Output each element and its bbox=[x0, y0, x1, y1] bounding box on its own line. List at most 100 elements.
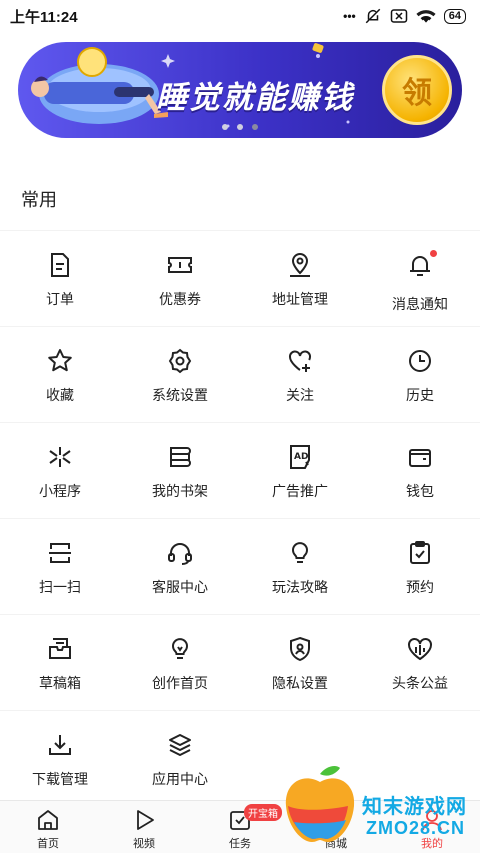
location-pin-icon bbox=[290, 253, 310, 277]
grid-item-follow[interactable]: 关注 bbox=[240, 327, 360, 422]
tab-tasks[interactable]: 任务 开宝箱 bbox=[192, 801, 288, 853]
grid-item-drafts[interactable]: 草稿箱 bbox=[0, 615, 120, 710]
grid-item-guides[interactable]: 玩法攻略 bbox=[240, 519, 360, 614]
grid-item-label: 客服中心 bbox=[152, 579, 208, 595]
grid-item-creator-home[interactable]: 创作首页 bbox=[120, 615, 240, 710]
tab-label: 任务 bbox=[229, 838, 251, 850]
grid-item-label: 订单 bbox=[46, 291, 74, 307]
tab-home[interactable]: 首页 bbox=[0, 801, 96, 853]
watermark-text: 知末游戏网 bbox=[362, 796, 467, 818]
grid-item-scan[interactable]: 扫一扫 bbox=[0, 519, 120, 614]
grid-item-downloads[interactable]: 下载管理 bbox=[0, 711, 120, 806]
bell-icon bbox=[410, 256, 430, 276]
grid-item-support[interactable]: 客服中心 bbox=[120, 519, 240, 614]
tab-video[interactable]: 视频 bbox=[96, 801, 192, 853]
grid-item-label: 系统设置 bbox=[152, 387, 208, 403]
clock-icon bbox=[409, 350, 431, 372]
heart-chart-icon bbox=[408, 638, 432, 661]
notification-badge bbox=[406, 250, 437, 284]
ticket-icon bbox=[168, 257, 192, 273]
grid-item-settings[interactable]: 系统设置 bbox=[120, 327, 240, 422]
svg-text:AD: AD bbox=[294, 452, 308, 462]
tab-label: 首页 bbox=[37, 838, 59, 850]
section-title: 常用 bbox=[21, 190, 57, 210]
grid-row: 扫一扫 客服中心 玩法攻略 预约 bbox=[0, 518, 480, 614]
task-badge: 开宝箱 bbox=[244, 804, 282, 821]
grid-item-privacy[interactable]: 隐私设置 bbox=[240, 615, 360, 710]
grid-item-coupons[interactable]: 优惠券 bbox=[120, 231, 240, 326]
banner-dot bbox=[237, 124, 243, 130]
status-icons: ••• 64 bbox=[343, 7, 466, 25]
grid-item-bookshelf[interactable]: 我的书架 bbox=[120, 423, 240, 518]
grid-item-mini-programs[interactable]: 小程序 bbox=[0, 423, 120, 518]
grid-item-wallet[interactable]: 钱包 bbox=[360, 423, 480, 518]
shield-user-icon bbox=[290, 636, 310, 662]
status-time: 上午11:24 bbox=[10, 8, 78, 26]
grid-item-notifications[interactable]: 消息通知 bbox=[360, 231, 480, 326]
grid-item-favorites[interactable]: 收藏 bbox=[0, 327, 120, 422]
play-icon bbox=[137, 810, 154, 830]
grid-row: 草稿箱 创作首页 隐私设置 头条公益 bbox=[0, 614, 480, 710]
scan-icon bbox=[49, 543, 71, 563]
grid-item-label: 历史 bbox=[406, 387, 434, 403]
lightbulb-icon bbox=[292, 542, 308, 563]
grid-item-history[interactable]: 历史 bbox=[360, 327, 480, 422]
gear-icon bbox=[168, 348, 192, 374]
grid-item-label: 我的书架 bbox=[152, 483, 208, 499]
grid-item-label: 关注 bbox=[286, 387, 314, 403]
grid-item-label: 应用中心 bbox=[152, 771, 208, 787]
document-icon bbox=[51, 253, 69, 277]
grid-item-label: 预约 bbox=[406, 579, 434, 595]
wallet-icon bbox=[409, 449, 431, 467]
grid-row: 收藏 系统设置 关注 历史 bbox=[0, 326, 480, 422]
sim-off-icon bbox=[390, 9, 407, 23]
bookshelf-icon bbox=[170, 447, 191, 467]
tab-label: 视频 bbox=[133, 838, 155, 850]
grid-item-label: 头条公益 bbox=[392, 675, 448, 691]
grid-row: 小程序 我的书架 AD 广告推广 钱包 bbox=[0, 422, 480, 518]
fruit-logo-icon bbox=[285, 766, 355, 842]
grid-item-label: 玩法攻略 bbox=[272, 579, 328, 595]
grid-item-app-center[interactable]: 应用中心 bbox=[120, 711, 240, 806]
grid-item-label: 小程序 bbox=[39, 483, 81, 499]
wifi-icon bbox=[416, 10, 436, 23]
grid-item-label: 地址管理 bbox=[272, 291, 328, 307]
mute-bell-icon bbox=[365, 8, 381, 24]
ad-icon: AD bbox=[290, 445, 310, 469]
battery-indicator: 64 bbox=[443, 8, 466, 24]
grid-item-label: 优惠券 bbox=[159, 291, 201, 307]
grid-item-address[interactable]: 地址管理 bbox=[240, 231, 360, 326]
download-icon bbox=[49, 735, 71, 755]
grid-item-orders[interactable]: 订单 bbox=[0, 231, 120, 326]
status-bar: 上午11:24 ••• 64 bbox=[0, 0, 480, 32]
grid-item-ads[interactable]: AD 广告推广 bbox=[240, 423, 360, 518]
clipboard-check-icon bbox=[410, 541, 430, 564]
bulb-pen-icon bbox=[172, 638, 188, 659]
star-icon bbox=[48, 349, 72, 372]
grid-item-label: 收藏 bbox=[46, 387, 74, 403]
grid-item-label: 下载管理 bbox=[32, 771, 88, 787]
watermark: 知末游戏网 ZMO28.CN bbox=[280, 762, 480, 852]
grid-item-label: 隐私设置 bbox=[272, 675, 328, 691]
grid-item-reservations[interactable]: 预约 bbox=[360, 519, 480, 614]
home-icon bbox=[38, 810, 58, 830]
grid-row: 订单 优惠券 地址管理 消息通知 bbox=[0, 230, 480, 326]
heart-plus-icon bbox=[289, 350, 311, 372]
banner-title: 睡觉就能赚钱 bbox=[156, 80, 354, 115]
banner-dot-active bbox=[252, 124, 258, 130]
grid-item-label: 消息通知 bbox=[392, 296, 448, 312]
grid-item-label: 广告推广 bbox=[272, 483, 328, 499]
inbox-icon bbox=[49, 638, 71, 659]
grid-item-label: 扫一扫 bbox=[39, 579, 81, 595]
grid-item-label: 创作首页 bbox=[152, 675, 208, 691]
mini-program-icon bbox=[49, 447, 71, 467]
claim-coin-button[interactable]: 领 bbox=[382, 55, 452, 125]
notification-dots: ••• bbox=[343, 9, 356, 23]
feature-grid: 订单 优惠券 地址管理 消息通知 收藏 系统设置 关注 历史 小程序 我的书架 … bbox=[0, 230, 480, 806]
watermark-domain: ZMO28.CN bbox=[366, 818, 466, 838]
grid-item-label: 钱包 bbox=[406, 483, 434, 499]
banner-dot bbox=[222, 124, 228, 130]
layers-icon bbox=[169, 734, 191, 756]
grid-item-charity[interactable]: 头条公益 bbox=[360, 615, 480, 710]
headset-icon bbox=[168, 543, 192, 565]
